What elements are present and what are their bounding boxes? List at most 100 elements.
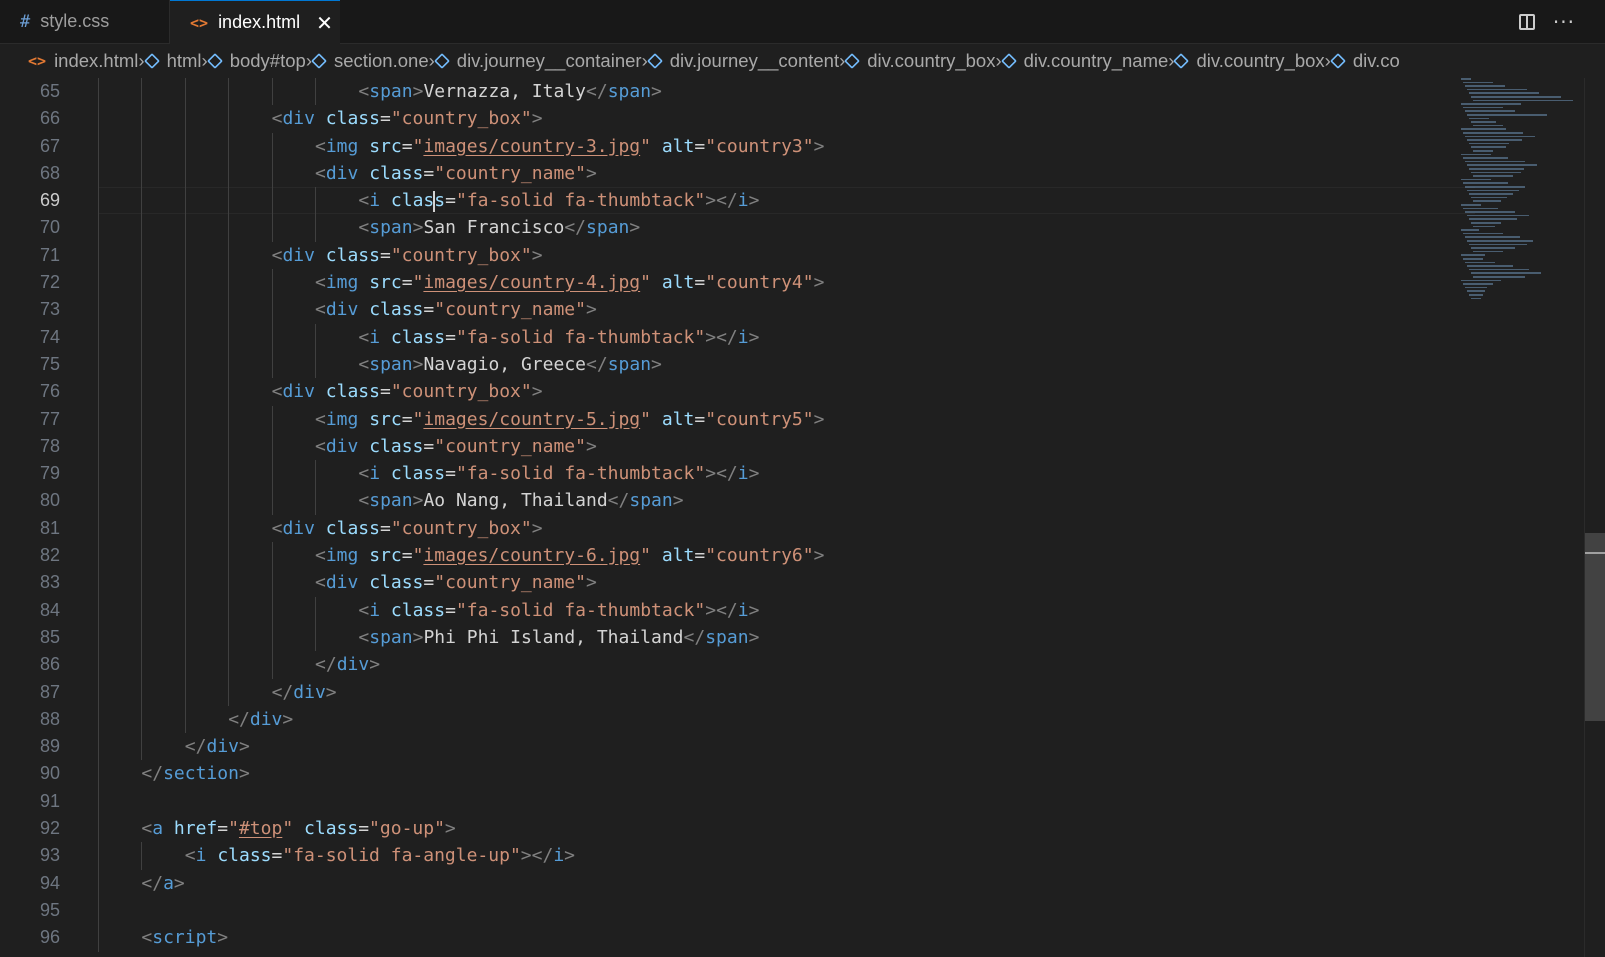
minimap-line	[1469, 218, 1517, 220]
tab-style-css[interactable]: # style.css	[0, 0, 170, 43]
minimap-line	[1465, 186, 1525, 188]
minimap-line	[1463, 258, 1483, 260]
code-text: <span>Vernazza, Italy</span>	[358, 81, 662, 102]
code-line[interactable]: <img src="images/country-3.jpg" alt="cou…	[98, 132, 1475, 160]
minimap-line	[1473, 99, 1573, 102]
code-line[interactable]: <i class="fa-solid fa-angle-up"></i>	[98, 842, 1475, 870]
code-line[interactable]: <div class="country_box">	[98, 514, 1475, 543]
code-line[interactable]: <i class="fa-solid fa-thumbtack"></i>	[98, 596, 1475, 624]
line-number: 96	[39, 927, 60, 948]
code-line[interactable]: <i class="fa-solid fa-thumbtack"></i>	[98, 187, 1475, 215]
code-line[interactable]	[98, 787, 1475, 816]
line-number: 70	[39, 217, 60, 238]
breadcrumb-item[interactable]: html	[143, 50, 202, 72]
minimap-line	[1469, 117, 1489, 120]
breadcrumb-label: body#top	[229, 50, 306, 71]
code-line[interactable]: <span>Vernazza, Italy</span>	[98, 78, 1475, 106]
code-line[interactable]: </div>	[98, 705, 1475, 734]
code-line[interactable]: <div class="country_box">	[98, 378, 1475, 406]
breadcrumb-item[interactable]: div.journey__content	[646, 50, 839, 72]
code-text: <div class="country_name">	[315, 299, 597, 321]
line-number: 86	[39, 654, 60, 675]
line-number: 85	[39, 626, 60, 647]
minimap-line	[1473, 150, 1493, 152]
minimap-line	[1463, 106, 1503, 109]
code-line[interactable]: <span>Ao Nang, Thailand</span>	[98, 487, 1475, 515]
breadcrumb-item[interactable]: div.country_box	[844, 50, 996, 72]
code-line[interactable]: <div class="country_name">	[98, 296, 1475, 324]
code-line[interactable]: <span>San Francisco</span>	[98, 214, 1475, 242]
breadcrumb-item[interactable]: <> index.html	[28, 50, 138, 72]
line-number: 66	[39, 108, 60, 129]
code-text: </div>	[184, 736, 250, 758]
code-text: <img src="images/country-3.jpg" alt="cou…	[315, 135, 825, 157]
scrollbar-cursor-marker	[1585, 552, 1605, 554]
minimap-line	[1463, 207, 1498, 210]
line-number: 78	[39, 435, 60, 456]
minimap-line	[1467, 114, 1547, 116]
code-line[interactable]: </div>	[98, 733, 1475, 761]
minimap-line	[1465, 85, 1505, 87]
split-editor-icon[interactable]	[1518, 13, 1535, 30]
code-text: <a href="#top" class="go-up">	[141, 818, 456, 840]
code-line[interactable]: </a>	[98, 869, 1475, 897]
tab-index-html[interactable]: <> index.html ✕	[170, 0, 340, 44]
minimap-line	[1469, 142, 1509, 145]
breadcrumb-item[interactable]: body#top	[206, 50, 306, 72]
code-line[interactable]: <div class="country_name">	[98, 159, 1475, 188]
breadcrumb-item[interactable]: section.one	[311, 50, 429, 72]
code-line[interactable]: <div class="country_box">	[98, 105, 1475, 133]
code-line[interactable]: <div class="country_name">	[98, 569, 1475, 597]
code-line[interactable]: <div class="country_box">	[98, 241, 1475, 270]
minimap-line	[1465, 110, 1515, 112]
code-line[interactable]: </div>	[98, 678, 1475, 706]
code-line[interactable]	[98, 896, 1475, 925]
minimap-line	[1465, 236, 1520, 238]
minimap-line	[1461, 78, 1471, 80]
breadcrumb-item[interactable]: div.journey__container	[433, 50, 642, 72]
vertical-scrollbar[interactable]	[1584, 78, 1605, 957]
line-number: 84	[39, 599, 60, 620]
code-line[interactable]: <img src="images/country-4.jpg" alt="cou…	[98, 269, 1475, 297]
minimap-line	[1471, 247, 1515, 249]
more-actions-icon[interactable]: ···	[1553, 10, 1575, 34]
code-text: </div>	[271, 681, 337, 703]
minimap-line	[1469, 294, 1483, 296]
code-text: <i class="fa-solid fa-thumbtack"></i>	[358, 463, 760, 485]
breadcrumb-item[interactable]: div.country_box	[1173, 50, 1325, 72]
code-line[interactable]: <i class="fa-solid fa-thumbtack"></i>	[98, 460, 1475, 488]
close-icon[interactable]: ✕	[316, 11, 333, 35]
breadcrumb-label: div.country_box	[867, 50, 996, 71]
code-line[interactable]: <span>Phi Phi Island, Thailand</span>	[98, 623, 1475, 652]
minimap-line	[1471, 121, 1496, 123]
minimap-line	[1465, 160, 1525, 163]
scrollbar-thumb[interactable]	[1585, 533, 1605, 721]
code-line[interactable]: <div class="country_name">	[98, 432, 1475, 461]
code-text: </div>	[228, 708, 294, 730]
minimap-line	[1463, 81, 1493, 84]
code-line[interactable]: </div>	[98, 651, 1475, 679]
minimap[interactable]	[1457, 78, 1573, 308]
symbol-element-icon	[646, 53, 663, 69]
minimap-line	[1469, 193, 1513, 195]
breadcrumb-label: div.journey__container	[456, 50, 642, 71]
code-line[interactable]: <i class="fa-solid fa-thumbtack"></i>	[98, 323, 1475, 351]
breadcrumb-item[interactable]: div.country_name	[1000, 50, 1169, 72]
code-line[interactable]: <span>Navagio, Greece</span>	[98, 350, 1475, 379]
breadcrumb-label: div.country_name	[1023, 50, 1169, 71]
indent-guide	[98, 896, 99, 925]
minimap-line	[1461, 229, 1479, 231]
line-number: 91	[39, 790, 60, 811]
html-angle-icon: <>	[28, 52, 47, 70]
code-line[interactable]: <a href="#top" class="go-up">	[98, 815, 1475, 843]
minimap-line	[1463, 283, 1493, 285]
code-area[interactable]: <span>Vernazza, Italy</span> <div class="…	[98, 78, 1475, 952]
minimap-line	[1473, 124, 1503, 127]
code-line[interactable]: <script>	[98, 924, 1475, 952]
symbol-element-icon	[206, 53, 223, 69]
breadcrumb-item[interactable]: div.co	[1329, 50, 1400, 72]
code-line[interactable]: <img src="images/country-5.jpg" alt="cou…	[98, 405, 1475, 433]
code-editor[interactable]: 65 66 67 68 69 70 71 72 73 74 75 76 77 78 79 80 81 82 83 84…	[0, 78, 1605, 957]
code-line[interactable]: </section>	[98, 760, 1475, 788]
code-line[interactable]: <img src="images/country-6.jpg" alt="cou…	[98, 542, 1475, 570]
